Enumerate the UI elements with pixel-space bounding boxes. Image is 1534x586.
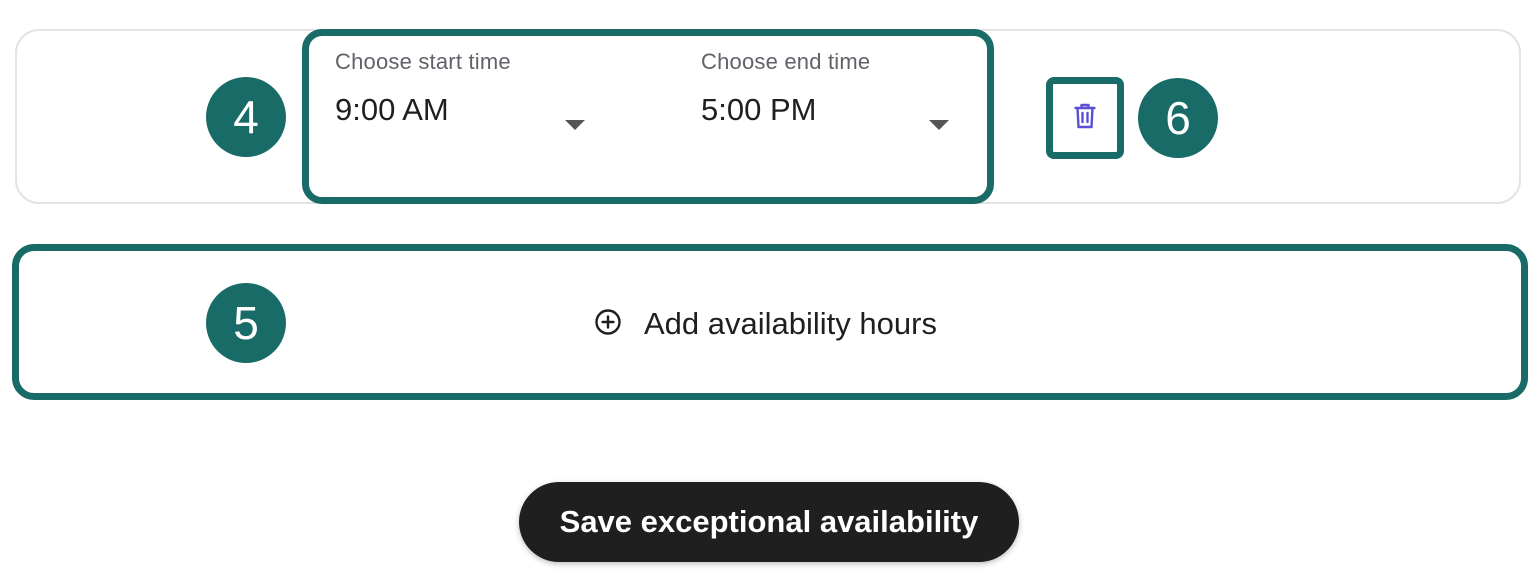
start-time-value: 9:00 AM [335, 92, 449, 127]
caret-down-icon [565, 120, 585, 130]
callout-badge-5: 5 [206, 283, 286, 363]
start-time-select[interactable]: Choose start time 9:00 AM [335, 48, 595, 130]
caret-down-icon [929, 120, 949, 130]
add-availability-label: Add availability hours [644, 306, 937, 341]
add-availability-content: Add availability hours [594, 306, 937, 342]
start-time-label: Choose start time [335, 49, 511, 74]
plus-circle-icon [594, 308, 622, 341]
availability-editor: 4 Choose start time 9:00 AM Choose end t… [0, 0, 1534, 586]
callout-badge-4: 4 [206, 77, 286, 157]
trash-icon [1074, 103, 1096, 134]
callout-badge-6: 6 [1138, 78, 1218, 158]
end-time-select[interactable]: Choose end time 5:00 PM [701, 48, 961, 130]
save-exceptional-availability-button[interactable]: Save exceptional availability [519, 482, 1019, 562]
end-time-value: 5:00 PM [701, 92, 817, 127]
time-range-highlight: Choose start time 9:00 AM Choose end tim… [302, 29, 994, 204]
delete-hours-button[interactable] [1046, 77, 1124, 159]
end-time-label: Choose end time [701, 49, 871, 74]
